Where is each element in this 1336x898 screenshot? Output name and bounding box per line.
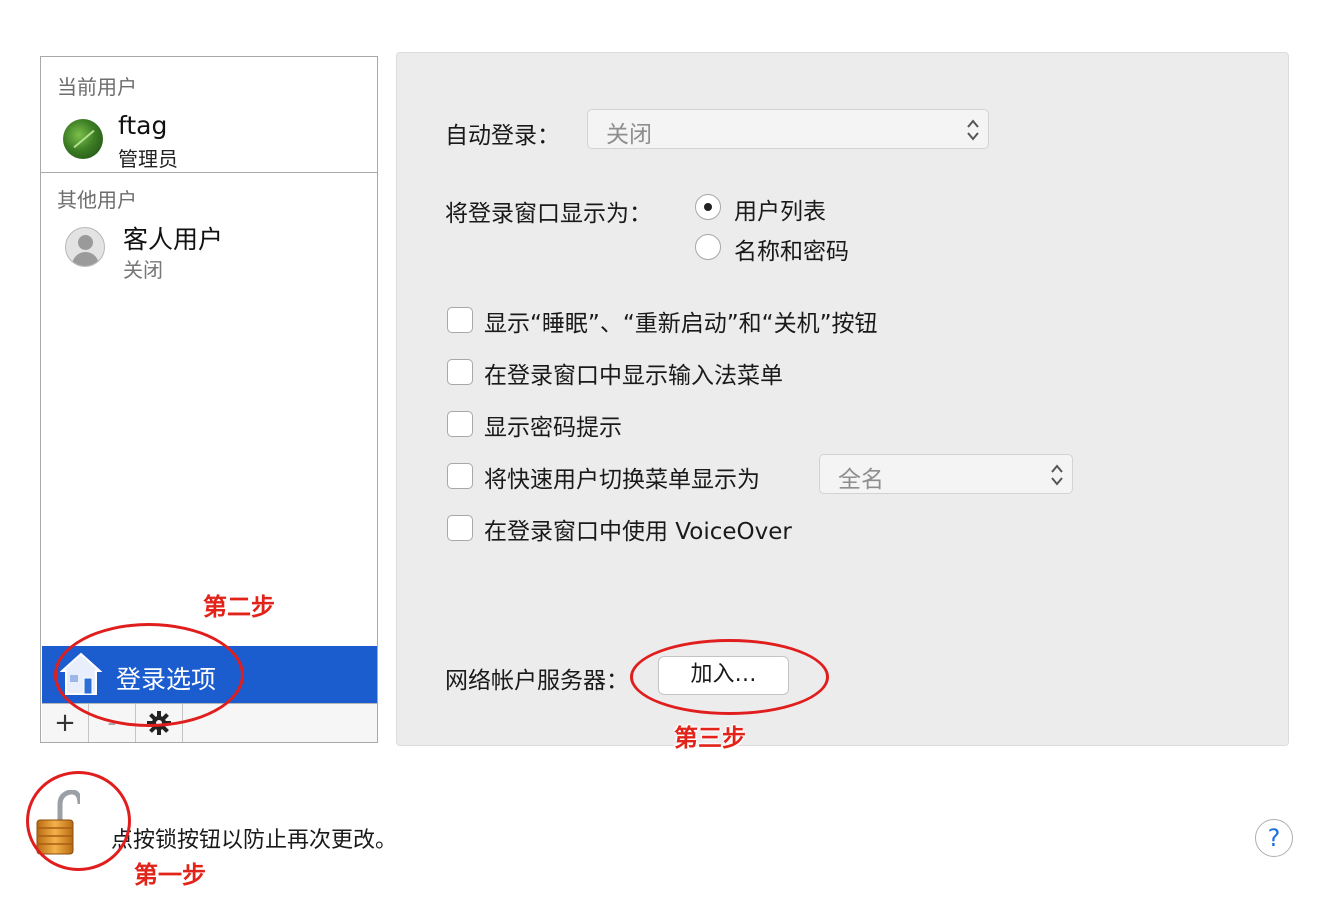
fast-user-switch-popup[interactable]: 全名 <box>819 454 1073 494</box>
annotation-circle-step2 <box>54 623 244 727</box>
guest-avatar-icon <box>65 227 105 267</box>
radio-user-list-label: 用户列表 <box>734 199 826 225</box>
user-avatar-leaf <box>63 119 103 159</box>
guest-user-name: 客人用户 <box>123 225 224 254</box>
checkbox-label: 在登录窗口中显示输入法菜单 <box>484 363 783 389</box>
checkbox-show-input-menu[interactable] <box>447 359 473 385</box>
checkbox-label: 在登录窗口中使用 VoiceOver <box>484 519 792 545</box>
auto-login-popup[interactable]: 关闭 <box>587 109 989 149</box>
user-role: 管理员 <box>118 147 178 171</box>
radio-name-password-label: 名称和密码 <box>734 239 849 265</box>
checkbox-voiceover[interactable] <box>447 515 473 541</box>
annotation-step2: 第二步 <box>203 593 275 621</box>
user-name: ftag <box>118 111 168 140</box>
checkbox-label: 显示密码提示 <box>484 415 622 441</box>
checkbox-show-password-hints[interactable] <box>447 411 473 437</box>
annotation-circle-step1 <box>26 771 131 871</box>
network-server-label: 网络帐户服务器： <box>445 668 629 694</box>
annotation-step3: 第三步 <box>674 724 746 752</box>
annotation-step1: 第一步 <box>134 861 206 889</box>
auto-login-value: 关闭 <box>606 122 652 148</box>
checkbox-show-sleep-restart-shutdown[interactable] <box>447 307 473 333</box>
radio-user-list[interactable] <box>695 194 721 220</box>
user-item-ftag[interactable]: ftag 管理员 <box>41 57 377 172</box>
other-users-header: 其他用户 <box>57 188 137 212</box>
help-button[interactable]: ? <box>1255 819 1293 857</box>
display-login-window-label: 将登录窗口显示为： <box>445 201 652 227</box>
guest-user-status: 关闭 <box>123 258 163 282</box>
login-options-panel: 自动登录： 关闭 将登录窗口显示为： 用户列表 名称和密码 显示“睡眠”、“重新… <box>396 52 1289 746</box>
radio-name-password[interactable] <box>695 234 721 260</box>
fast-user-switch-value: 全名 <box>838 467 884 493</box>
updown-arrows-icon <box>1051 464 1063 486</box>
section-divider <box>41 172 377 173</box>
auto-login-label: 自动登录： <box>445 123 560 149</box>
lock-hint-text: 点按锁按钮以防止再次更改。 <box>111 828 398 853</box>
checkbox-label: 将快速用户切换菜单显示为 <box>484 467 760 493</box>
user-item-guest[interactable]: 客人用户 关闭 <box>41 212 377 282</box>
updown-arrows-icon <box>967 119 979 141</box>
annotation-circle-step3 <box>630 639 829 715</box>
checkbox-label: 显示“睡眠”、“重新启动”和“关机”按钮 <box>484 311 878 337</box>
checkbox-fast-user-switching[interactable] <box>447 463 473 489</box>
